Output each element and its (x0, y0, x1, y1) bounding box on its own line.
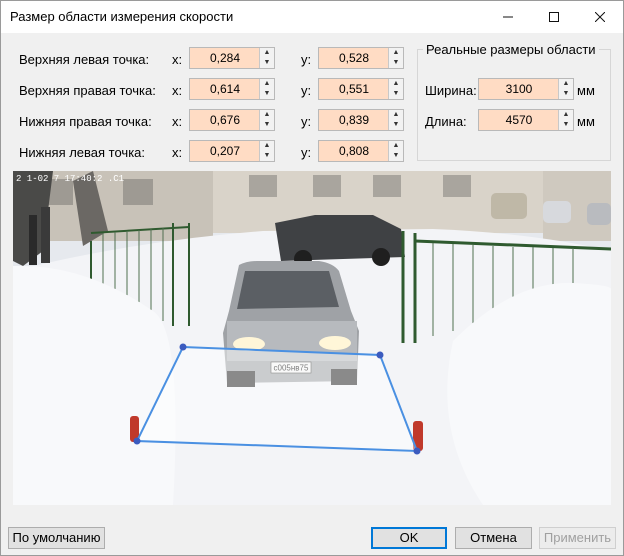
maximize-button[interactable] (531, 1, 577, 33)
minimize-button[interactable] (485, 1, 531, 33)
bottom-left-handle[interactable] (133, 437, 141, 445)
spinbox-value: 4570 (505, 113, 533, 127)
top-right-y-spinbox[interactable]: 0,551 ▲ ▼ (318, 78, 404, 100)
maximize-icon (549, 12, 559, 22)
bottom-left-y-spinbox[interactable]: 0,808 ▲ ▼ (318, 140, 404, 162)
spinbox-value: 0,284 (209, 51, 241, 65)
spin-down-icon[interactable]: ▼ (559, 89, 573, 99)
x-axis-label: x: (172, 83, 183, 98)
spinbox-value: 0,839 (338, 113, 370, 127)
bottom-right-y-spinbox[interactable]: 0,839 ▲ ▼ (318, 109, 404, 131)
spin-down-icon[interactable]: ▼ (260, 120, 274, 130)
spin-down-icon[interactable]: ▼ (260, 89, 274, 99)
spin-up-icon[interactable]: ▲ (389, 79, 403, 89)
spin-up-icon[interactable]: ▲ (559, 110, 573, 120)
spin-up-icon[interactable]: ▲ (260, 48, 274, 58)
spin-down-icon[interactable]: ▼ (389, 89, 403, 99)
top-right-handle[interactable] (376, 351, 384, 359)
width-unit-label: мм (577, 83, 595, 98)
apply-button[interactable]: Применить (539, 527, 616, 549)
window-title: Размер области измерения скорости (10, 9, 234, 24)
width-label: Ширина: (425, 83, 477, 98)
real-size-group (417, 49, 611, 161)
x-axis-label: x: (172, 145, 183, 160)
point-label-top-right: Верхняя правая точка: (19, 83, 156, 98)
length-unit-label: мм (577, 114, 595, 129)
x-axis-label: x: (172, 114, 183, 129)
y-axis-label: y: (301, 114, 312, 129)
measurement-area-polygon[interactable] (135, 345, 419, 453)
width-spinbox[interactable]: 3100 ▲ ▼ (478, 78, 574, 100)
top-left-y-spinbox[interactable]: 0,528 ▲ ▼ (318, 47, 404, 69)
point-label-bottom-right: Нижняя правая точка: (19, 114, 152, 129)
spinbox-value: 0,528 (338, 51, 370, 65)
ok-button[interactable]: OK (371, 527, 447, 549)
y-axis-label: y: (301, 145, 312, 160)
camera-scene: с005нв75 2 1-02 7 17:40:2 .C1 (13, 171, 611, 505)
spin-up-icon[interactable]: ▲ (389, 141, 403, 151)
point-label-top-left: Верхняя левая точка: (19, 52, 150, 67)
spinbox-value: 0,551 (338, 82, 370, 96)
top-right-x-spinbox[interactable]: 0,614 ▲ ▼ (189, 78, 275, 100)
default-button[interactable]: По умолчанию (8, 527, 105, 549)
point-label-bottom-left: Нижняя левая точка: (19, 145, 146, 160)
spin-down-icon[interactable]: ▼ (389, 120, 403, 130)
close-button[interactable] (577, 1, 623, 33)
spinbox-value: 0,676 (209, 113, 241, 127)
length-label: Длина: (425, 114, 467, 129)
spin-up-icon[interactable]: ▲ (260, 79, 274, 89)
bottom-right-handle[interactable] (413, 447, 421, 455)
spin-up-icon[interactable]: ▲ (559, 79, 573, 89)
bottom-right-x-spinbox[interactable]: 0,676 ▲ ▼ (189, 109, 275, 131)
spin-up-icon[interactable]: ▲ (389, 48, 403, 58)
camera-view[interactable]: с005нв75 2 1-02 7 17:40:2 .C1 (13, 171, 611, 505)
bottom-left-x-spinbox[interactable]: 0,207 ▲ ▼ (189, 140, 275, 162)
x-axis-label: x: (172, 52, 183, 67)
minimize-icon (503, 16, 513, 18)
spin-down-icon[interactable]: ▼ (559, 120, 573, 130)
spin-down-icon[interactable]: ▼ (260, 58, 274, 68)
dialog-window: Размер области измерения скорости Верхня… (0, 0, 624, 556)
close-icon (594, 11, 606, 23)
spinbox-value: 3100 (505, 82, 533, 96)
top-left-handle[interactable] (179, 343, 187, 351)
spinbox-value: 0,207 (209, 144, 241, 158)
y-axis-label: y: (301, 83, 312, 98)
title-bar: Размер области измерения скорости (1, 1, 623, 33)
top-left-x-spinbox[interactable]: 0,284 ▲ ▼ (189, 47, 275, 69)
spin-up-icon[interactable]: ▲ (260, 141, 274, 151)
y-axis-label: y: (301, 52, 312, 67)
video-timestamp: 2 1-02 7 17:40:2 .C1 (16, 174, 124, 184)
spinbox-value: 0,614 (209, 82, 241, 96)
spin-up-icon[interactable]: ▲ (260, 110, 274, 120)
spinbox-value: 0,808 (338, 144, 370, 158)
spin-up-icon[interactable]: ▲ (389, 110, 403, 120)
spin-down-icon[interactable]: ▼ (389, 151, 403, 161)
spin-down-icon[interactable]: ▼ (389, 58, 403, 68)
length-spinbox[interactable]: 4570 ▲ ▼ (478, 109, 574, 131)
spin-down-icon[interactable]: ▼ (260, 151, 274, 161)
cancel-button[interactable]: Отмена (455, 527, 532, 549)
real-size-group-title: Реальные размеры области (423, 42, 599, 57)
